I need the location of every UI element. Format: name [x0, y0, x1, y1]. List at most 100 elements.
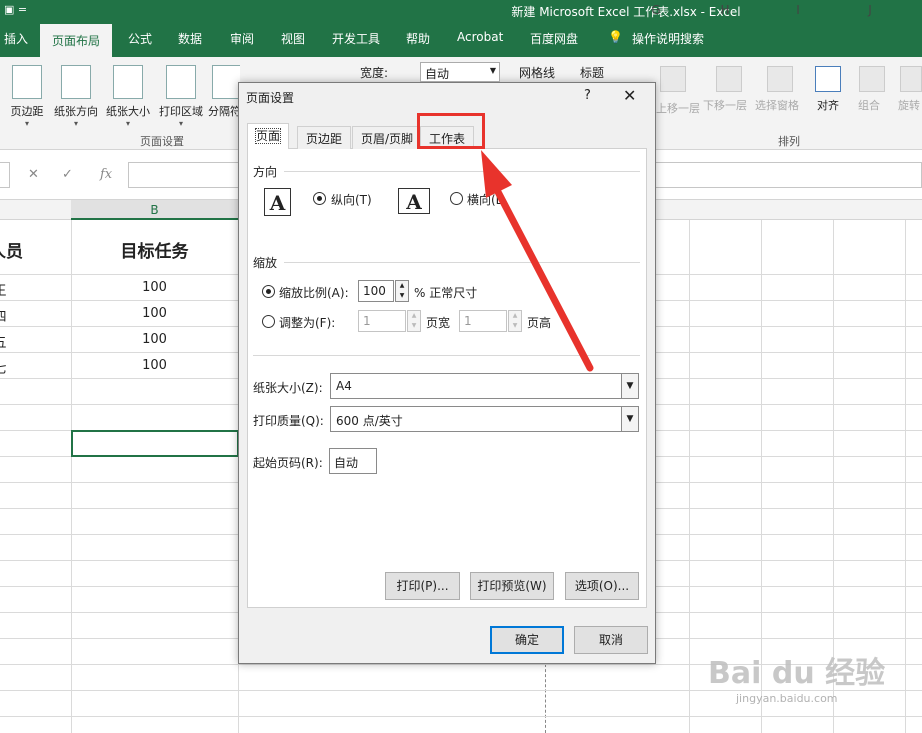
fx-icon[interactable]: fx — [100, 167, 112, 182]
group-objects-label[interactable]: 组合 — [858, 97, 880, 113]
dialog-tab-header-footer[interactable]: 页眉/页脚 — [352, 126, 423, 149]
first-page-input[interactable]: 自动 — [329, 448, 377, 474]
scale-percent-stepper[interactable]: ▲ ▼ — [395, 280, 409, 302]
tab-insert[interactable]: 插入 — [4, 30, 28, 47]
size-button[interactable]: 纸张大小 ▾ — [102, 65, 154, 128]
breaks-icon — [212, 65, 240, 99]
gridlines-label: 网格线 — [519, 66, 556, 80]
cell-b5[interactable]: 100 — [71, 358, 238, 373]
chevron-down-icon: ▾ — [73, 119, 78, 128]
cancel-button[interactable]: 取消 — [574, 626, 648, 654]
selected-cell[interactable] — [71, 430, 239, 457]
landscape-label[interactable]: 横向(L) — [467, 191, 503, 208]
print-area-label: 打印区域 — [159, 105, 203, 118]
column-header-h[interactable]: H — [690, 3, 760, 17]
fit-wide-stepper[interactable]: ▲ ▼ — [407, 310, 421, 332]
dialog-title: 页面设置 — [246, 91, 295, 105]
orientation-button[interactable]: 纸张方向 ▾ — [50, 65, 102, 128]
orientation-section-title: 方向 — [253, 165, 278, 179]
column-header-g[interactable]: G — [650, 3, 662, 17]
print-area-button[interactable]: 打印区域 ▾ — [155, 65, 207, 128]
margins-icon — [12, 65, 42, 99]
cell-b2[interactable]: 100 — [71, 280, 238, 295]
cell-b3[interactable]: 100 — [71, 306, 238, 321]
headings-label: 标题 — [580, 66, 605, 80]
cell-a5[interactable]: 七 — [0, 358, 8, 377]
margins-button[interactable]: 页边距 ▾ — [4, 65, 50, 128]
portrait-label[interactable]: 纵向(T) — [331, 191, 372, 208]
fit-wide-input[interactable]: 1 — [358, 310, 406, 332]
bring-forward-label[interactable]: 上移一层 — [656, 100, 700, 116]
group-label-page-setup: 页面设置 — [140, 135, 184, 148]
print-button[interactable]: 打印(P)... — [385, 572, 460, 600]
tab-developer[interactable]: 开发工具 — [332, 30, 380, 47]
align-icon[interactable] — [815, 66, 841, 92]
ribbon-tab-row: 插入 页面布局 公式 数据 审阅 视图 开发工具 帮助 Acrobat 百度网盘… — [0, 22, 922, 57]
margins-label: 页边距 — [10, 105, 44, 118]
portrait-radio[interactable] — [313, 192, 326, 205]
group-label-arrange: 排列 — [778, 135, 800, 148]
fit-tall-input[interactable]: 1 — [459, 310, 507, 332]
scale-percent-label[interactable]: 缩放比例(A): — [279, 284, 349, 301]
tab-formulas[interactable]: 公式 — [128, 30, 152, 47]
paper-size-label: 纸张大小(Z): — [253, 381, 323, 395]
print-quality-select[interactable]: 600 点/英寸 ▼ — [330, 406, 639, 432]
rotate-icon[interactable] — [900, 66, 922, 92]
landscape-radio[interactable] — [450, 192, 463, 205]
align-label[interactable]: 对齐 — [817, 97, 839, 113]
dialog-tab-margins[interactable]: 页边距 — [297, 126, 352, 149]
dialog-close-button[interactable]: ✕ — [623, 86, 636, 105]
tab-page-layout[interactable]: 页面布局 — [40, 22, 113, 57]
column-header-j[interactable]: J — [834, 3, 906, 17]
help-button[interactable]: ? — [584, 88, 591, 103]
tab-acrobat[interactable]: Acrobat — [457, 30, 503, 44]
dialog-tab-page[interactable]: 页面 — [247, 123, 290, 149]
cell-a1[interactable]: 人员 — [0, 237, 26, 262]
print-quality-label: 打印质量(Q): — [253, 414, 324, 428]
width-select[interactable]: 自动 ▼ — [420, 62, 500, 82]
fit-to-label[interactable]: 调整为(F): — [279, 314, 335, 331]
breaks-button[interactable]: 分隔符 — [208, 65, 240, 119]
tell-me-search[interactable]: 操作说明搜索 — [632, 30, 704, 47]
tab-view[interactable]: 视图 — [281, 30, 305, 47]
cell-a3[interactable]: 四 — [0, 306, 8, 325]
column-header-i[interactable]: I — [762, 3, 834, 17]
chevron-down-icon: ▾ — [178, 119, 183, 128]
ok-button[interactable]: 确定 — [490, 626, 564, 654]
send-backward-label[interactable]: 下移一层 — [703, 97, 747, 113]
cell-a2[interactable]: 王 — [0, 280, 8, 299]
enter-formula-icon[interactable]: ✓ — [62, 167, 73, 182]
scale-percent-radio[interactable] — [262, 285, 275, 298]
selection-pane-label[interactable]: 选择窗格 — [755, 97, 799, 113]
tab-data[interactable]: 数据 — [178, 30, 202, 47]
first-page-label: 起始页码(R): — [253, 456, 323, 470]
tab-help[interactable]: 帮助 — [406, 30, 430, 47]
options-button[interactable]: 选项(O)... — [565, 572, 639, 600]
rotate-label[interactable]: 旋转 — [898, 97, 920, 113]
selection-pane-icon[interactable] — [767, 66, 793, 92]
cell-b1[interactable]: 目标任务 — [71, 237, 238, 262]
size-label: 纸张大小 — [106, 105, 150, 118]
bring-forward-icon[interactable] — [660, 66, 686, 92]
cancel-formula-icon[interactable]: ✕ — [28, 167, 39, 182]
portrait-page-icon: A — [264, 188, 291, 216]
fit-to-radio[interactable] — [262, 315, 275, 328]
group-icon[interactable] — [859, 66, 885, 92]
cell-b4[interactable]: 100 — [71, 332, 238, 347]
orientation-icon — [61, 65, 91, 99]
print-preview-button[interactable]: 打印预览(W) — [470, 572, 554, 600]
paper-size-select[interactable]: A4 ▼ — [330, 373, 639, 399]
cell-a4[interactable]: 五 — [0, 332, 8, 351]
name-box[interactable] — [0, 162, 10, 188]
tab-baidu-netdisk[interactable]: 百度网盘 — [530, 30, 578, 47]
breaks-label: 分隔符 — [208, 105, 240, 118]
scale-percent-input[interactable]: 100 — [358, 280, 394, 302]
send-backward-icon[interactable] — [716, 66, 742, 92]
highlight-box — [417, 113, 485, 149]
paper-size-value: A4 — [336, 379, 352, 393]
fit-tall-stepper[interactable]: ▲ ▼ — [508, 310, 522, 332]
column-header-b[interactable]: B — [71, 200, 238, 220]
size-icon — [113, 65, 143, 99]
chevron-down-icon: ▾ — [24, 119, 29, 128]
tab-review[interactable]: 审阅 — [230, 30, 254, 47]
